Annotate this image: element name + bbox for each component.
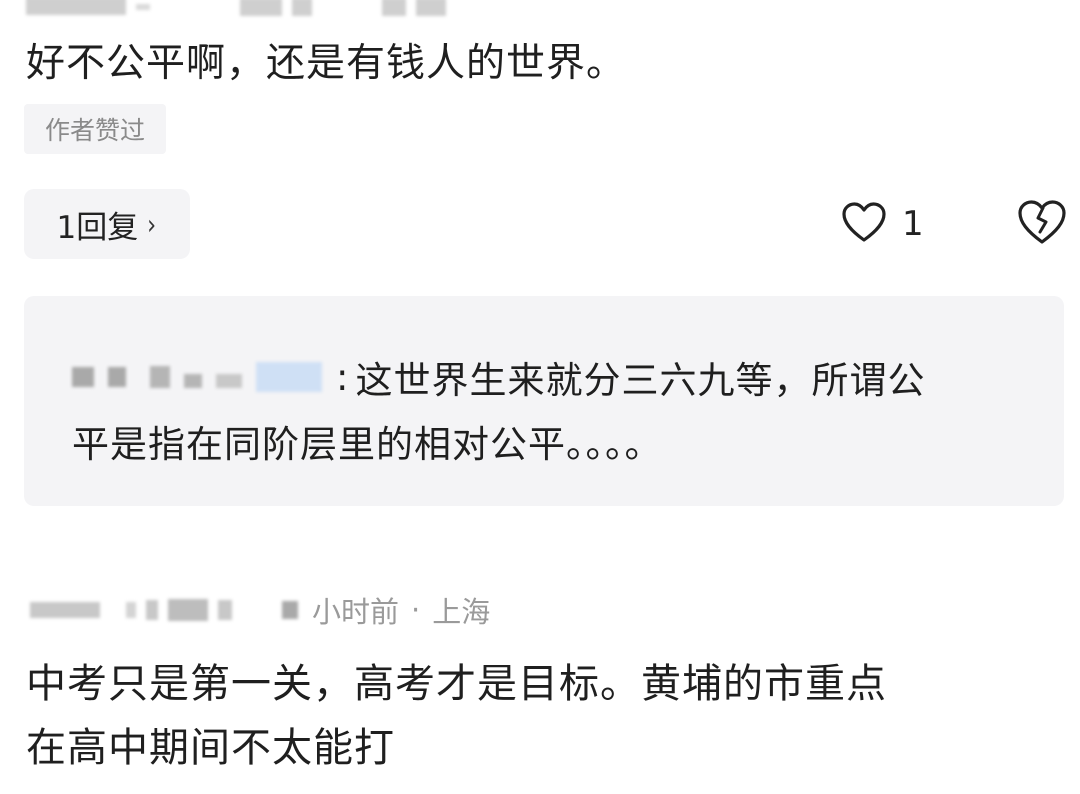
- blur-fragment: [416, 0, 446, 16]
- blur-fragment: [218, 600, 232, 620]
- reply-text-line-2: 平是指在同阶层里的相对公平。。。。: [72, 423, 663, 466]
- blur-fragment: [72, 367, 94, 387]
- reply-preview-line-1: : 这世界生来就分三六九等，所谓公: [72, 344, 925, 410]
- comment2-time: 小时前: [312, 595, 400, 629]
- blur-fragment: [282, 601, 298, 619]
- broken-heart-icon: [1016, 200, 1068, 250]
- blur-fragment: [256, 362, 322, 392]
- author-liked-badge: 作者赞过: [24, 104, 166, 154]
- view-replies-button[interactable]: 1回复 ›: [24, 189, 190, 259]
- blur-fragment: [216, 374, 242, 388]
- comment2-text-line-1: 中考只是第一关，高考才是目标。黄埔的市重点: [26, 661, 887, 707]
- reply-separator: :: [336, 355, 350, 399]
- blur-fragment: [30, 602, 100, 618]
- reply-text-line-1: 这世界生来就分三六九等，所谓公: [355, 359, 926, 402]
- reply-count-label: 1回复: [56, 209, 139, 246]
- author-liked-label: 作者赞过: [44, 116, 145, 145]
- meta-dot: ·: [411, 593, 421, 627]
- blur-fragment: [150, 366, 170, 388]
- username-blurred[interactable]: [26, 0, 126, 15]
- blur-fragment: [184, 374, 202, 388]
- chevron-right-icon: ›: [147, 207, 157, 241]
- comment-text: 好不公平啊，还是有钱人的世界。: [26, 41, 627, 86]
- blur-fragment: [136, 4, 150, 10]
- comment2-location: 上海: [432, 595, 491, 629]
- like-count: 1: [902, 204, 924, 244]
- blur-fragment: [146, 600, 158, 620]
- blur-fragment: [292, 0, 312, 16]
- comment2-header: 小时前 · 上海: [30, 584, 490, 636]
- blur-fragment: [108, 367, 126, 387]
- blur-fragment: [382, 0, 406, 16]
- reply-preview-line-2: 平是指在同阶层里的相对公平。。。。: [72, 408, 663, 474]
- reply-username-blurred[interactable]: [72, 362, 322, 392]
- like-button[interactable]: 1: [840, 195, 924, 253]
- comment2-text-line-2: 在高中期间不太能打: [26, 725, 395, 771]
- blur-fragment: [126, 602, 136, 618]
- dislike-button[interactable]: [1016, 198, 1068, 250]
- blur-fragment: [240, 0, 282, 16]
- comment-header-top: [26, 0, 446, 18]
- blur-fragment: [168, 599, 208, 621]
- comment2-username-blurred[interactable]: [30, 599, 298, 621]
- heart-outline-icon: [840, 200, 888, 248]
